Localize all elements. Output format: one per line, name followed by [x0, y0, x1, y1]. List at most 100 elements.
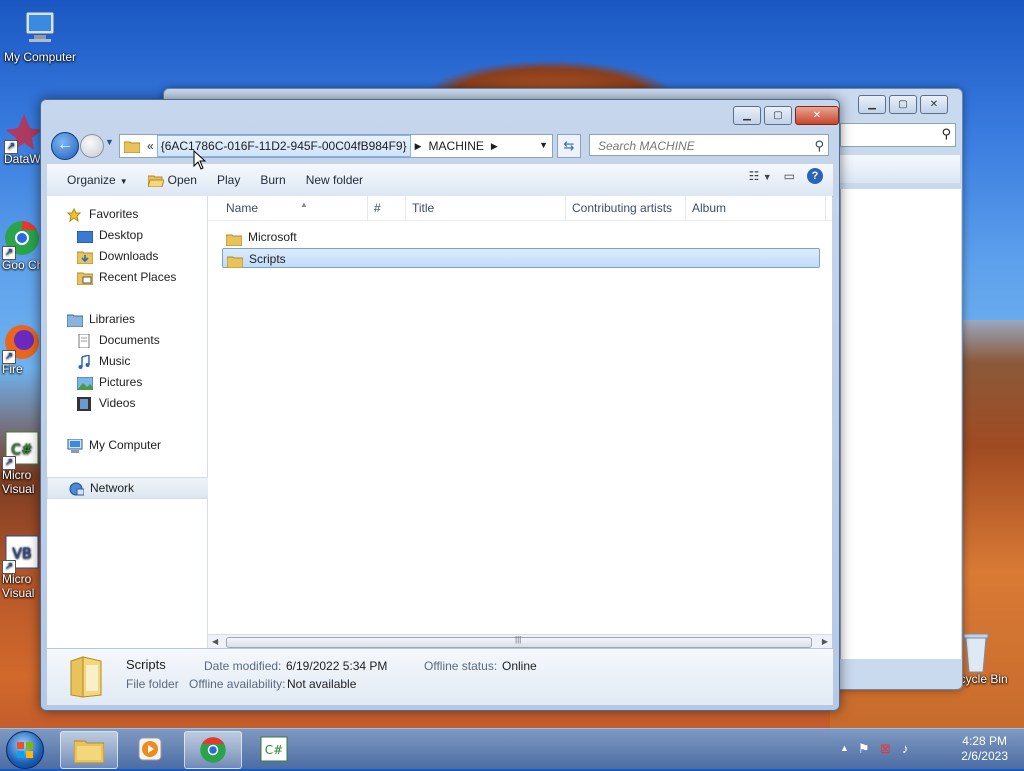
nav-videos[interactable]: Videos — [47, 393, 233, 413]
volume-icon[interactable]: ♪ — [902, 741, 909, 756]
nav-my-computer[interactable]: My Computer — [47, 435, 223, 455]
taskbar-explorer[interactable] — [60, 731, 118, 769]
change-view-button[interactable]: ☷ ▼ — [749, 169, 772, 183]
file-row-microsoft[interactable]: Microsoft — [222, 227, 820, 247]
large-folder-icon — [69, 655, 103, 699]
open-button[interactable]: Open — [138, 167, 207, 193]
nav-music[interactable]: Music — [47, 351, 233, 371]
help-button[interactable]: ? — [807, 168, 823, 184]
preview-pane-icon: ▭ — [783, 169, 795, 183]
column-label: Name — [226, 201, 259, 215]
horizontal-scrollbar[interactable]: ◀ ||| ▶ — [208, 634, 832, 649]
chevron-right-icon[interactable]: ▶ — [411, 141, 426, 152]
maximize-button[interactable]: ▢ — [764, 106, 792, 125]
libraries-icon — [66, 313, 84, 328]
clock[interactable]: 4:28 PM 2/6/2023 — [961, 734, 1008, 764]
nav-label: Music — [99, 354, 131, 368]
nav-label: Desktop — [99, 228, 144, 242]
nav-network[interactable]: Network — [47, 477, 225, 499]
column-header-title[interactable]: Title — [406, 196, 566, 220]
chevron-down-icon: ▼ — [119, 177, 128, 186]
file-list-pane[interactable]: Name ▲ # Title Contributing artists Album… — [208, 196, 832, 636]
burn-button[interactable]: Burn — [250, 167, 295, 193]
breadcrumb-machine[interactable]: MACHINE — [426, 136, 487, 156]
recent-pages-button[interactable]: ▼ — [105, 137, 114, 147]
taskbar-media-player[interactable] — [122, 731, 178, 767]
nav-documents[interactable]: Documents — [47, 330, 233, 350]
details-view-icon: ☷ — [748, 169, 760, 183]
nav-label: Favorites — [89, 207, 139, 221]
firefox-icon: ↗ — [2, 322, 42, 364]
folder-icon — [123, 140, 141, 153]
folder-icon — [225, 232, 243, 247]
pictures-icon — [76, 376, 94, 391]
column-header-album[interactable]: Album — [686, 196, 826, 220]
play-button[interactable]: Play — [207, 167, 250, 193]
details-name: Scripts — [126, 657, 166, 672]
open-label: Open — [167, 173, 197, 187]
network-icon — [68, 482, 85, 496]
address-bar[interactable]: « {6AC1786C-016F-11D2-945F-00C04fB984F9}… — [119, 134, 553, 158]
close-button[interactable]: ✕ — [795, 106, 839, 125]
chrome-icon: ↗ — [2, 218, 42, 260]
music-icon — [77, 353, 93, 369]
column-header-number[interactable]: # — [368, 196, 406, 220]
open-folder-icon — [146, 175, 165, 188]
nav-favorites[interactable]: Favorites — [47, 204, 223, 224]
chevron-down-icon: ▼ — [762, 172, 772, 182]
show-hidden-icons-button[interactable]: ▲ — [840, 743, 849, 753]
close-button[interactable]: ✕ — [920, 95, 948, 114]
scrollbar-thumb[interactable]: ||| — [226, 635, 812, 648]
help-icon: ? — [811, 170, 819, 182]
nav-label: Recent Places — [99, 270, 177, 284]
bg-content-pane — [840, 189, 961, 659]
column-header-name[interactable]: Name ▲ — [220, 196, 368, 220]
nav-pictures[interactable]: Pictures — [47, 372, 233, 392]
clock-time: 4:28 PM — [962, 734, 1007, 748]
media-player-icon — [138, 737, 162, 761]
new-folder-button[interactable]: New folder — [296, 167, 373, 193]
address-row: ← ▼ « {6AC1786C-016F-11D2-945F-00C04fB98… — [49, 131, 833, 160]
address-dropdown-button[interactable]: ▼ — [539, 140, 548, 150]
desktop-icon-label: My Computer — [3, 50, 77, 64]
refresh-button[interactable]: ⇆ — [557, 134, 581, 158]
scroll-right-icon[interactable]: ▶ — [822, 635, 828, 649]
folder-icon — [74, 740, 104, 763]
organize-button[interactable]: Organize ▼ — [57, 167, 138, 193]
start-button[interactable] — [6, 731, 44, 769]
details-offline-status-label: Offline status: — [424, 659, 498, 673]
chevron-right-icon[interactable]: ▶ — [487, 141, 502, 152]
action-center-icon[interactable]: ⚑ — [858, 741, 870, 757]
preview-pane-button[interactable]: ▭ — [784, 169, 795, 183]
chevron-down-icon: ▼ — [105, 137, 114, 147]
csharp-icon: C# ↗ — [2, 428, 42, 470]
nav-downloads[interactable]: Downloads — [47, 246, 233, 266]
search-input[interactable]: Search MACHINE ⚲ — [589, 134, 829, 156]
bg-search-box[interactable]: ⚲ — [840, 123, 956, 147]
minimize-button[interactable]: ▁ — [858, 95, 886, 114]
desktop-icon-my-computer[interactable]: My Computer — [0, 8, 80, 64]
organize-label: Organize — [67, 173, 116, 187]
taskbar-chrome[interactable] — [184, 731, 242, 769]
details-offline-availability-label: Offline availability: — [189, 677, 286, 691]
scroll-left-icon[interactable]: ◀ — [212, 635, 218, 649]
back-button[interactable]: ← — [51, 132, 79, 160]
network-disconnected-icon[interactable]: ⊠ — [880, 741, 891, 757]
breadcrumb-overflow[interactable]: « — [144, 136, 157, 156]
back-arrow-icon: ← — [57, 136, 73, 153]
details-date-value: 6/19/2022 5:34 PM — [286, 659, 388, 673]
forward-button[interactable] — [80, 134, 104, 158]
file-row-scripts[interactable]: Scripts — [222, 248, 820, 269]
column-header-contributing-artists[interactable]: Contributing artists — [566, 196, 686, 220]
details-date-label: Date modified: — [204, 659, 282, 673]
nav-desktop[interactable]: Desktop — [47, 225, 233, 245]
nav-libraries[interactable]: Libraries — [47, 309, 223, 329]
nav-recent-places[interactable]: Recent Places — [47, 267, 233, 287]
navigation-pane: Favorites Desktop Downloads Recent Place… — [47, 196, 225, 648]
minimize-button[interactable]: ▁ — [733, 106, 761, 125]
maximize-button[interactable]: ▢ — [889, 95, 917, 114]
svg-text:C#: C# — [265, 743, 283, 757]
explorer-window[interactable]: ▁ ▢ ✕ ← ▼ « {6AC1786C-016F-11D2-945F-00C… — [40, 99, 840, 711]
nav-label: Downloads — [99, 249, 159, 263]
taskbar-visual-csharp[interactable]: C# — [246, 731, 302, 767]
